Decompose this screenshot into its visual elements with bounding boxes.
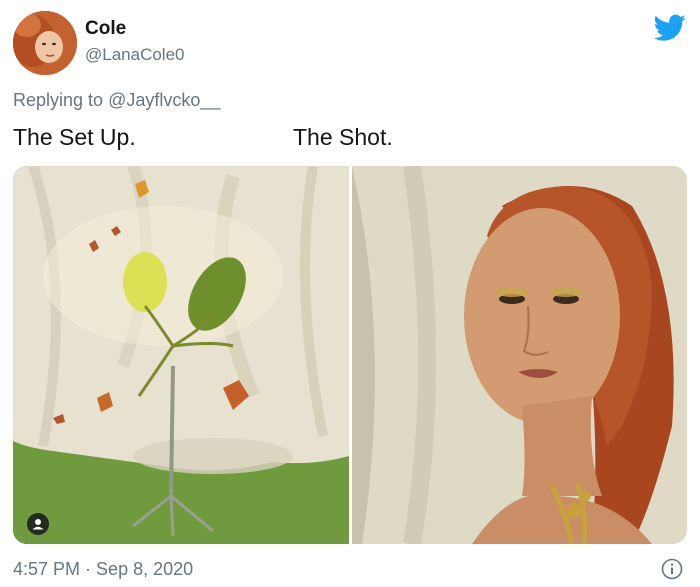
replying-to: Replying to @Jayflvcko__	[13, 90, 220, 111]
photo-setup[interactable]	[13, 166, 349, 544]
tweet-time: 4:57 PM	[13, 559, 81, 579]
tagged-people-button[interactable]	[27, 513, 49, 535]
tweet-text-setup: The Set Up.	[13, 124, 136, 150]
user-handle[interactable]: @LanaCole0	[85, 45, 185, 65]
tweet-text-shot: The Shot.	[293, 124, 393, 150]
replying-to-mention[interactable]: @Jayflvcko__	[108, 90, 220, 110]
timestamp[interactable]: 4:57 PM · Sep 8, 2020	[13, 559, 193, 580]
replying-to-label: Replying to	[13, 90, 109, 110]
info-icon[interactable]	[661, 558, 683, 580]
display-name[interactable]: Cole	[85, 18, 126, 40]
twitter-bird-icon[interactable]	[654, 14, 686, 42]
avatar[interactable]	[13, 11, 77, 75]
separator: ·	[80, 559, 97, 579]
photo-shot[interactable]	[352, 166, 687, 544]
tweet-date: Sep 8, 2020	[96, 559, 194, 579]
person-icon	[32, 519, 44, 530]
